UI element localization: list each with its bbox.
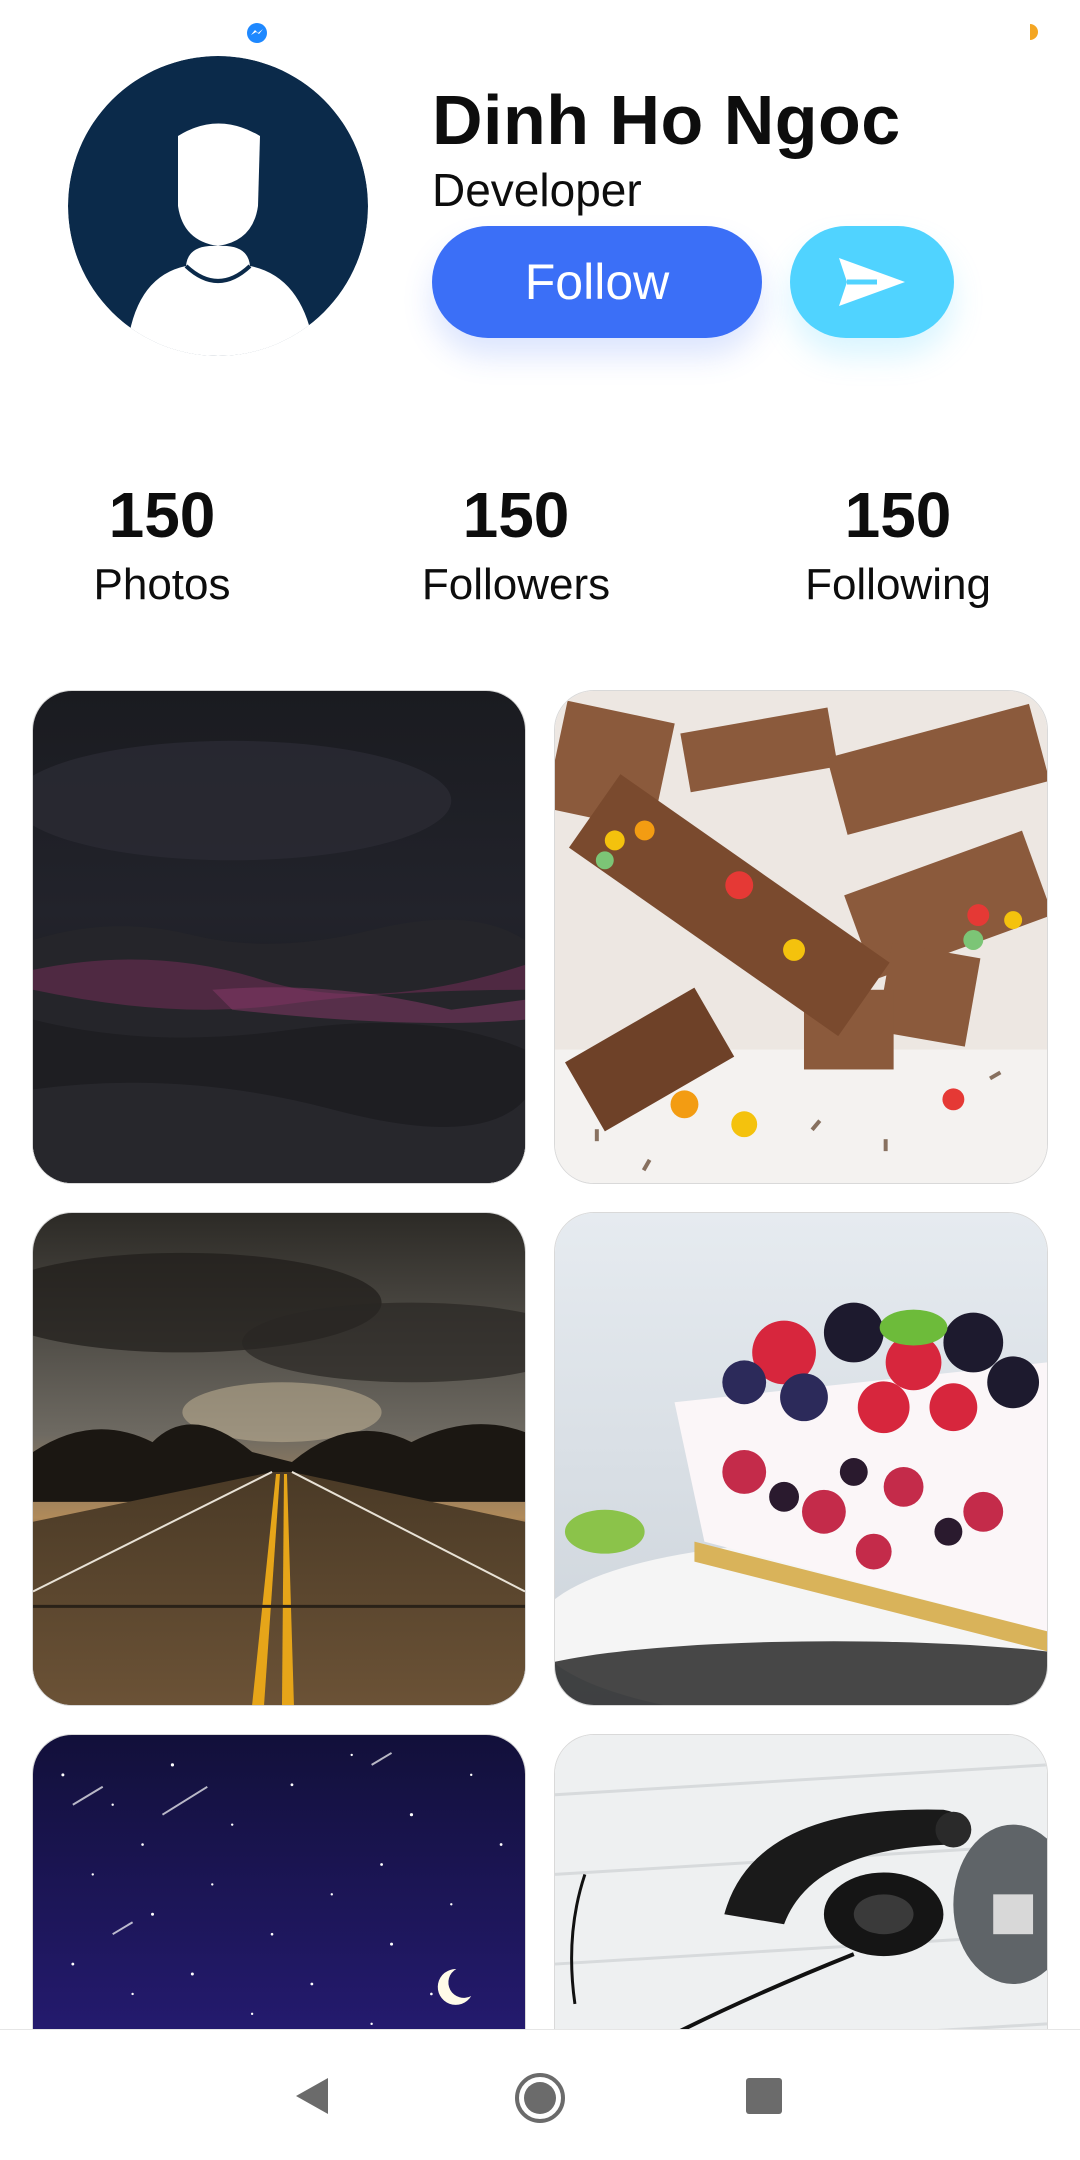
avatar[interactable] xyxy=(68,56,368,356)
profile-role: Developer xyxy=(432,164,642,216)
photo-starry-night[interactable] xyxy=(32,1734,526,2030)
status-bar xyxy=(0,0,1080,64)
user-silhouette-icon xyxy=(68,56,368,356)
system-nav-bar xyxy=(0,2030,1080,2160)
messenger-icon xyxy=(247,23,267,43)
stat-label: Followers xyxy=(421,560,611,609)
back-triangle-icon[interactable] xyxy=(294,2076,330,2116)
profile-stats: 150 Photos 150 Followers 150 Following xyxy=(0,474,1080,624)
photo-berry-cheesecake[interactable] xyxy=(554,1212,1048,1706)
send-icon xyxy=(839,258,905,306)
profile-info: Dinh Ho Ngoc Developer xyxy=(432,80,1032,218)
photo-dark-landscape[interactable] xyxy=(32,690,526,1184)
photo-headphones[interactable] xyxy=(554,1734,1048,2030)
battery-indicator-icon xyxy=(1030,24,1038,40)
stat-label: Photos xyxy=(93,560,231,609)
photo-grid xyxy=(32,690,1048,2030)
stat-value: 150 xyxy=(108,479,216,551)
profile-name: Dinh Ho Ngoc xyxy=(432,81,901,159)
stat-photos[interactable]: 150 Photos xyxy=(62,474,262,614)
stat-following[interactable]: 150 Following xyxy=(778,474,1018,614)
photo-road-sunset[interactable] xyxy=(32,1212,526,1706)
stat-value: 150 xyxy=(844,479,952,551)
send-message-button[interactable] xyxy=(790,226,954,338)
stat-label: Following xyxy=(805,560,991,609)
home-circle-icon[interactable] xyxy=(514,2072,566,2124)
recent-apps-square-icon[interactable] xyxy=(746,2078,782,2114)
profile-screen: Dinh Ho Ngoc Developer Follow 150 Photos… xyxy=(0,0,1080,2160)
stat-followers[interactable]: 150 Followers xyxy=(396,474,636,614)
stat-value: 150 xyxy=(462,479,570,551)
photo-chocolate-bars[interactable] xyxy=(554,690,1048,1184)
follow-button[interactable]: Follow xyxy=(432,226,762,338)
